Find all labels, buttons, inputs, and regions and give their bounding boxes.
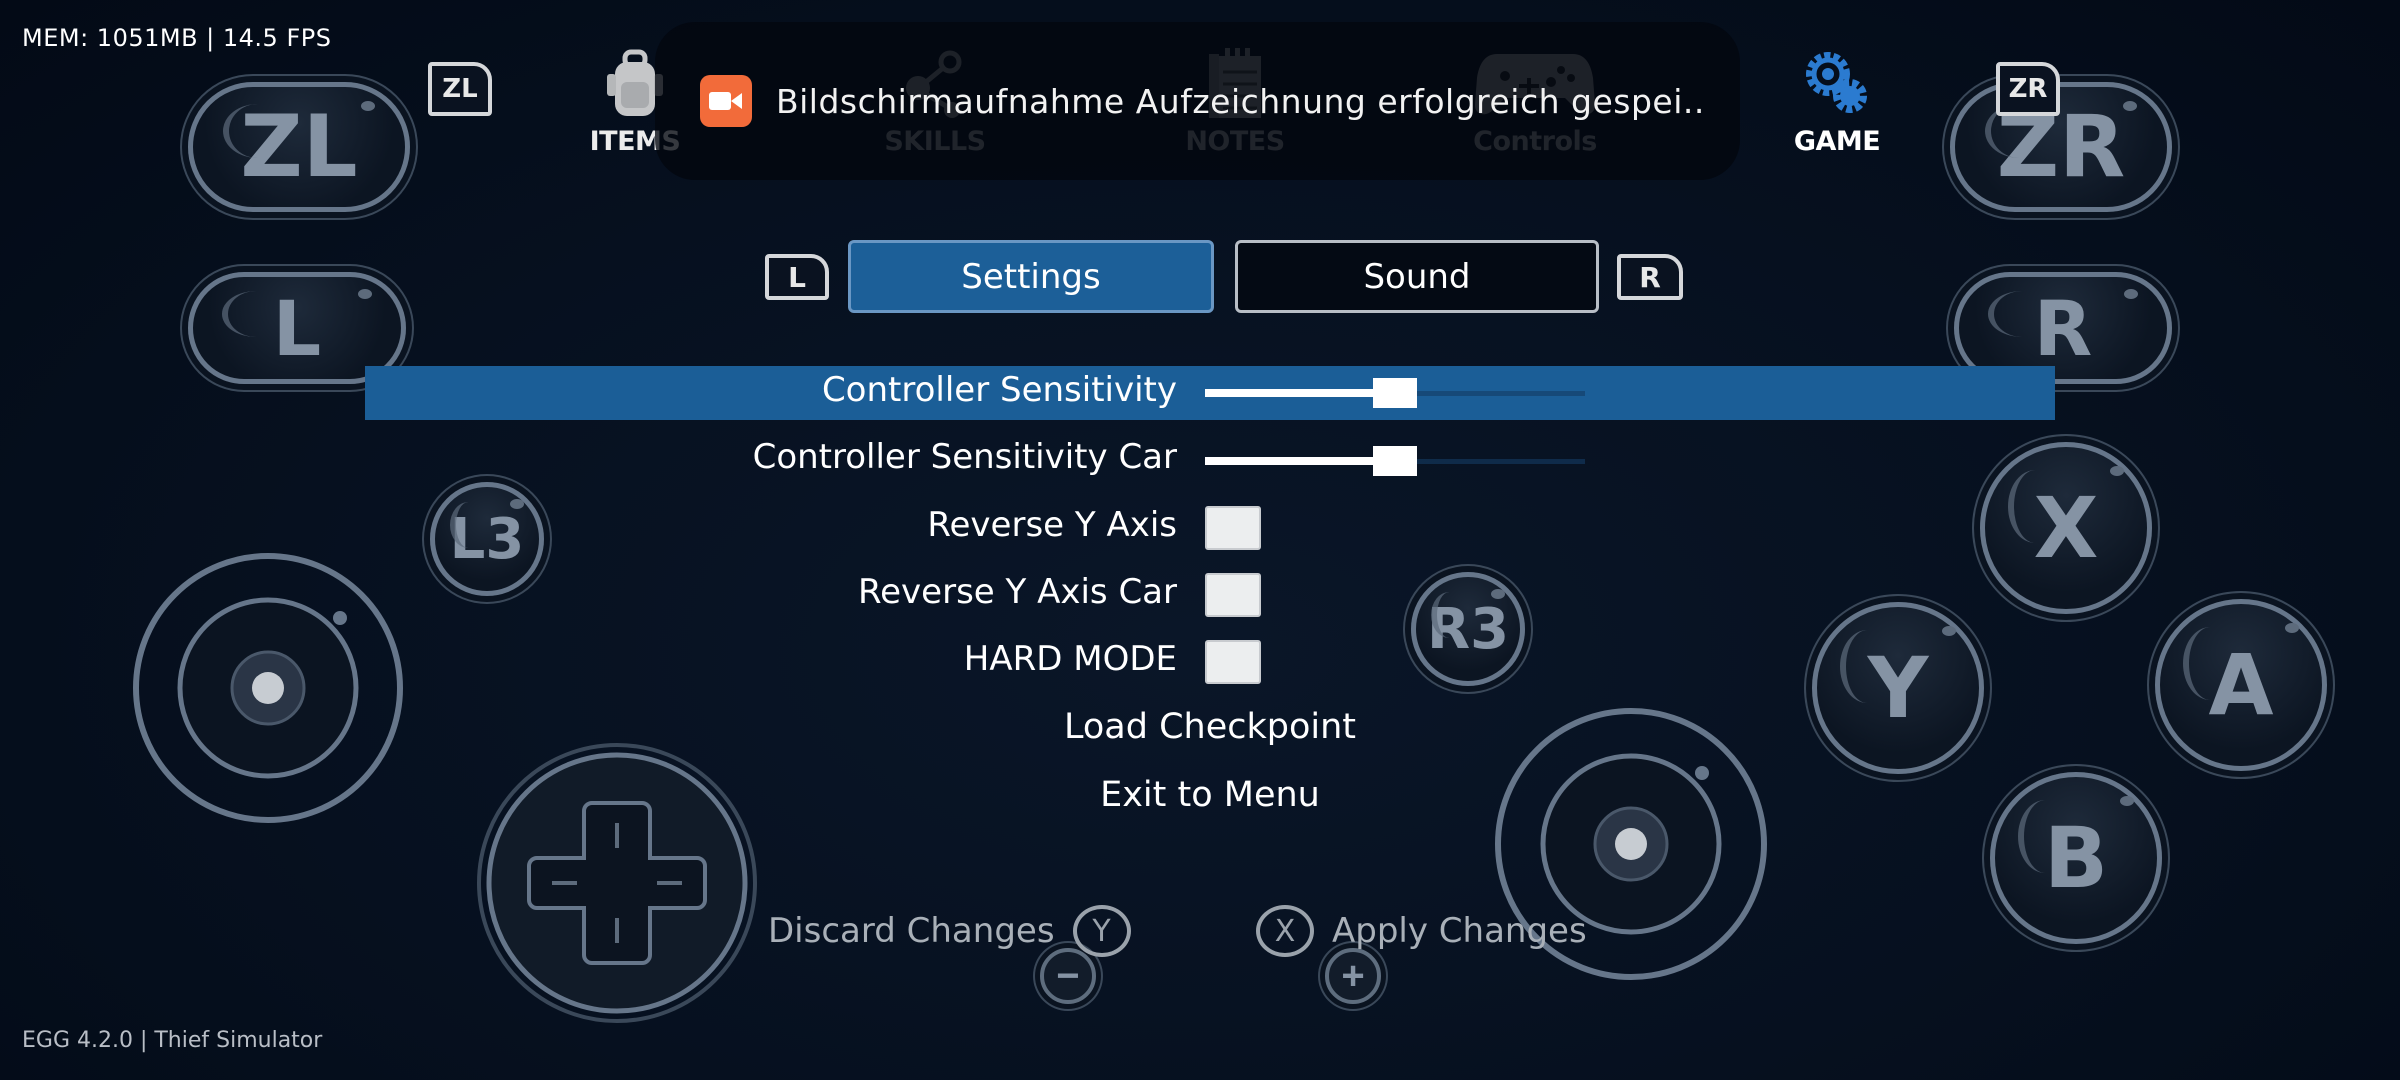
setting-label: Controller Sensitivity Car — [752, 437, 1177, 477]
plus-icon: + — [1341, 953, 1365, 998]
analog-stick-icon — [133, 553, 403, 823]
gears-icon — [1757, 40, 1917, 118]
button-shine — [1988, 291, 2056, 338]
button-dot — [357, 289, 372, 300]
button-shine — [2017, 799, 2073, 873]
button-shine — [222, 291, 290, 338]
slider-fill — [1205, 389, 1395, 397]
a-face-button[interactable]: A — [2155, 599, 2327, 771]
discard-label: Discard Changes — [768, 911, 1055, 951]
zr-trigger-button[interactable]: ZR — [1950, 82, 2172, 212]
dpad[interactable] — [472, 738, 762, 1028]
l3-button[interactable]: L3 — [430, 482, 544, 596]
y-face-button[interactable]: Y — [1812, 602, 1984, 774]
button-shine — [449, 501, 487, 549]
button-dot — [1942, 626, 1957, 637]
b-face-button[interactable]: B — [1990, 772, 2162, 944]
slider-knob[interactable] — [1373, 378, 1417, 408]
button-dot — [2123, 101, 2138, 112]
y-button-glyph-icon: Y — [1072, 905, 1131, 957]
zr-nav-badge[interactable]: ZR — [1996, 62, 2060, 116]
r3-button[interactable]: R3 — [1411, 572, 1525, 686]
version-label: EGG 4.2.0 | Thief Simulator — [22, 1028, 323, 1053]
button-dot — [2285, 623, 2300, 634]
apply-label: Apply Changes — [1332, 911, 1587, 951]
reverse-y-axis-car-checkbox[interactable] — [1205, 573, 1261, 617]
tab-next-badge[interactable]: R — [1617, 254, 1683, 300]
exit-to-menu-button[interactable]: Exit to Menu — [1010, 775, 1410, 815]
x-button-glyph-icon: X — [1256, 905, 1314, 957]
button-dot — [2110, 466, 2125, 477]
button-shine — [2182, 626, 2238, 700]
screen-record-icon — [700, 75, 752, 127]
tab-settings[interactable]: Settings — [848, 240, 1214, 313]
screen-recording-toast[interactable]: Bildschirmaufnahme Aufzeichnung erfolgre… — [655, 22, 1740, 180]
nav-label: GAME — [1793, 126, 1881, 157]
zl-trigger-button[interactable]: ZL — [188, 82, 410, 212]
setting-label: Reverse Y Axis — [927, 505, 1177, 545]
dpad-icon — [477, 743, 757, 1023]
l-badge-label: L — [788, 260, 806, 294]
load-checkpoint-button[interactable]: Load Checkpoint — [1010, 707, 1410, 747]
setting-label: Controller Sensitivity — [821, 370, 1177, 410]
r-badge-label: R — [1639, 260, 1661, 294]
hard-mode-checkbox[interactable] — [1205, 640, 1261, 684]
slider-knob[interactable] — [1373, 446, 1417, 476]
tab-sound[interactable]: Sound — [1235, 240, 1599, 313]
button-shine — [2007, 469, 2063, 543]
nav-item-game[interactable]: GAME — [1757, 40, 1917, 157]
tab-label: Settings — [961, 256, 1101, 297]
apply-changes-button[interactable]: X Apply Changes — [1256, 905, 1587, 957]
discard-changes-button[interactable]: Discard Changes Y — [768, 905, 1131, 957]
performance-stats: MEM: 1051MB | 14.5 FPS — [22, 24, 332, 52]
zl-badge-label: ZL — [442, 74, 478, 104]
button-dot — [2123, 289, 2138, 300]
setting-label: HARD MODE — [963, 639, 1177, 679]
minus-icon: − — [1056, 953, 1080, 998]
controller-sensitivity-slider[interactable] — [1205, 378, 1585, 408]
reverse-y-axis-checkbox[interactable] — [1205, 506, 1261, 550]
setting-label: Reverse Y Axis Car — [858, 572, 1177, 612]
button-shine — [1839, 629, 1895, 703]
controller-sensitivity-car-slider[interactable] — [1205, 446, 1585, 476]
left-analog-stick[interactable] — [128, 548, 408, 828]
toast-message: Bildschirmaufnahme Aufzeichnung erfolgre… — [776, 81, 1705, 121]
button-dot — [361, 101, 376, 112]
zr-badge-label: ZR — [2008, 74, 2048, 104]
button-shine — [1430, 591, 1468, 639]
button-dot — [2120, 796, 2135, 807]
button-shine — [222, 103, 293, 158]
zl-nav-badge[interactable]: ZL — [428, 62, 492, 116]
tab-prev-badge[interactable]: L — [765, 254, 829, 300]
tab-label: Sound — [1363, 256, 1471, 297]
x-face-button[interactable]: X — [1980, 442, 2152, 614]
slider-fill — [1205, 457, 1395, 465]
